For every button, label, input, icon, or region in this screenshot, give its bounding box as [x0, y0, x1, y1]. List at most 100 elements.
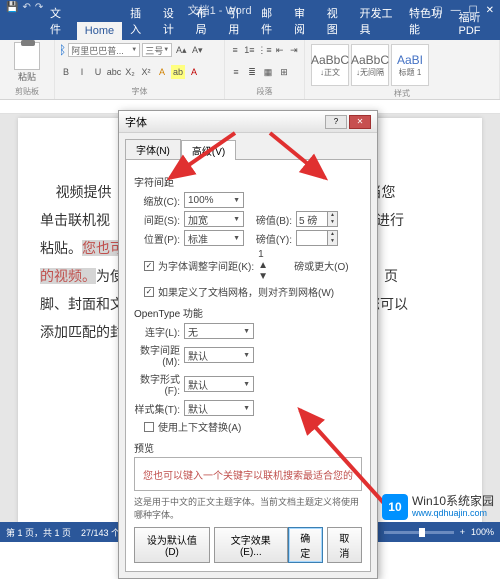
style-heading1[interactable]: AaBI标题 1	[391, 44, 429, 86]
indent-dec-icon[interactable]: ⇤	[274, 43, 286, 57]
ligature-label: 连字(L):	[134, 324, 180, 339]
style-normal[interactable]: AaBbC↓正文	[311, 44, 349, 86]
scale-select[interactable]: 100%▼	[184, 192, 244, 208]
spacing-select[interactable]: 加宽▼	[184, 211, 244, 227]
position-select[interactable]: 标准▼	[184, 230, 244, 246]
highlight-button[interactable]: ab	[171, 65, 185, 79]
font-dialog: 字体 ? ✕ 字体(N) 高级(V) 字符间距 缩放(C): 100%▼ 间距(…	[118, 110, 378, 579]
tab-special[interactable]: 特色功能	[401, 2, 451, 40]
dialog-tabs: 字体(N) 高级(V)	[119, 133, 377, 159]
save-icon[interactable]: 💾	[6, 2, 18, 13]
align-center-icon[interactable]: ≣	[245, 65, 259, 79]
numform-label: 数字形式(F):	[134, 371, 180, 397]
dialog-help-button[interactable]: ?	[325, 115, 347, 129]
grid-checkbox[interactable]: ✓	[144, 287, 154, 297]
subscript-button[interactable]: X₂	[123, 65, 137, 79]
style-nospacing[interactable]: AaBbC↓无间隔	[351, 44, 389, 86]
clipboard-group-label: 剪贴板	[4, 86, 50, 97]
align-left-icon[interactable]: ≡	[229, 65, 243, 79]
clipboard-icon	[14, 42, 40, 70]
font-name-select[interactable]: 阿里巴巴普...▼	[68, 43, 140, 57]
preview-hint: 这是用于中文的正文主题字体。当前文档主题定义将使用哪种字体。	[134, 495, 362, 521]
superscript-button[interactable]: X²	[139, 65, 153, 79]
kerning-unit: 磅或更大(O)	[294, 258, 348, 273]
dialog-tab-advanced[interactable]: 高级(V)	[181, 140, 236, 160]
zoom-in-icon[interactable]: +	[460, 527, 465, 537]
strike-button[interactable]: abc	[107, 65, 121, 79]
undo-icon[interactable]: ↶	[22, 2, 30, 13]
preview-box: 您也可以键入一个关键字以联机搜索最适合您的	[134, 457, 362, 491]
tab-insert[interactable]: 插入	[122, 2, 155, 40]
kerning-label: 为字体调整字间距(K):	[158, 258, 254, 273]
position-pts-spinner[interactable]: ▲▼	[296, 230, 338, 246]
spacing-pts-spinner[interactable]: 5 磅▲▼	[296, 211, 338, 227]
numspacing-select[interactable]: 默认▼	[184, 347, 254, 363]
dialog-close-button[interactable]: ✕	[349, 115, 371, 129]
position-pts-label: 磅值(Y):	[248, 231, 292, 246]
tab-design[interactable]: 设计	[155, 2, 188, 40]
watermark-logo-icon: 10	[382, 494, 408, 520]
tab-pdf[interactable]: 福昕PDF	[451, 6, 500, 40]
dialog-titlebar[interactable]: 字体 ? ✕	[119, 111, 377, 133]
styleset-select[interactable]: 默认▼	[184, 400, 254, 416]
underline-button[interactable]: U	[91, 65, 105, 79]
font-group-label: 字体	[59, 86, 220, 97]
tab-review[interactable]: 审阅	[286, 2, 319, 40]
zoom-slider[interactable]	[384, 531, 454, 534]
numbering-icon[interactable]: 1≡	[243, 43, 255, 57]
group-clipboard: 粘贴 剪贴板	[0, 40, 55, 99]
kerning-value-spinner[interactable]: 1▲▼	[258, 249, 290, 282]
shading-icon[interactable]: ▦	[261, 65, 275, 79]
grid-label: 如果定义了文档网格，则对齐到网格(W)	[158, 284, 334, 299]
decrease-font-icon[interactable]: A▾	[190, 43, 204, 57]
italic-button[interactable]: I	[75, 65, 89, 79]
tab-home[interactable]: Home	[77, 22, 122, 40]
ok-button[interactable]: 确定	[288, 527, 323, 563]
indent-inc-icon[interactable]: ⇥	[288, 43, 300, 57]
ribbon: 粘贴 剪贴板 ᛒ 阿里巴巴普...▼ 三号▼ A▴ A▾ B I U abc X…	[0, 40, 500, 100]
ligature-select[interactable]: 无▼	[184, 323, 254, 339]
status-page[interactable]: 第 1 页，共 1 页	[6, 526, 71, 539]
styles-group-label: 样式	[309, 88, 495, 99]
zoom-level[interactable]: 100%	[471, 527, 494, 537]
paste-label: 粘贴	[18, 70, 36, 83]
dialog-body: 字符间距 缩放(C): 100%▼ 间距(S): 加宽▼ 磅值(B): 5 磅▲…	[125, 159, 371, 572]
dialog-title: 字体	[125, 114, 323, 130]
scale-label: 缩放(C):	[134, 193, 180, 208]
cancel-button[interactable]: 取消	[327, 527, 362, 563]
spacing-pts-label: 磅值(B):	[248, 212, 292, 227]
borders-icon[interactable]: ⊞	[277, 65, 291, 79]
tab-layout[interactable]: 布局	[188, 2, 221, 40]
styleset-label: 样式集(T):	[134, 401, 180, 416]
text-effect-button[interactable]: A	[155, 65, 169, 79]
tab-mail[interactable]: 邮件	[253, 2, 286, 40]
preview-head: 预览	[134, 440, 362, 455]
quick-access-toolbar: 💾 ↶ ↷	[6, 2, 43, 13]
dialog-tab-font[interactable]: 字体(N)	[125, 139, 181, 159]
tab-dev[interactable]: 开发工具	[351, 2, 401, 40]
kerning-checkbox[interactable]: ✓	[144, 261, 154, 271]
increase-font-icon[interactable]: A▴	[174, 43, 188, 57]
font-size-select[interactable]: 三号▼	[142, 43, 172, 57]
watermark-brand: Win10系统家园	[412, 495, 494, 508]
ribbon-tabs: 文件 Home 插入 设计 布局 引用 邮件 审阅 视图 开发工具 特色功能 福…	[0, 20, 500, 40]
spacing-label: 间距(S):	[134, 212, 180, 227]
tab-view[interactable]: 视图	[319, 2, 352, 40]
paragraph-group-label: 段落	[229, 86, 300, 97]
text-effects-button[interactable]: 文字效果(E)...	[214, 527, 288, 563]
set-default-button[interactable]: 设为默认值(D)	[134, 527, 210, 563]
multilevel-icon[interactable]: ⋮≡	[258, 43, 272, 57]
bold-button[interactable]: B	[59, 65, 73, 79]
bluetooth-icon[interactable]: ᛒ	[59, 43, 66, 57]
group-font: ᛒ 阿里巴巴普...▼ 三号▼ A▴ A▾ B I U abc X₂ X² A …	[55, 40, 225, 99]
group-styles: AaBbC↓正文 AaBbC↓无间隔 AaBI标题 1 样式	[305, 40, 500, 99]
contextual-checkbox[interactable]	[144, 422, 154, 432]
tab-references[interactable]: 引用	[220, 2, 253, 40]
redo-icon[interactable]: ↷	[35, 2, 43, 13]
paste-button[interactable]: 粘贴	[4, 42, 50, 83]
numform-select[interactable]: 默认▼	[184, 376, 254, 392]
tab-file[interactable]: 文件	[40, 2, 77, 40]
bullets-icon[interactable]: ≡	[229, 43, 241, 57]
font-color-button[interactable]: A	[187, 65, 201, 79]
watermark-url: www.qdhuajin.com	[412, 509, 494, 519]
